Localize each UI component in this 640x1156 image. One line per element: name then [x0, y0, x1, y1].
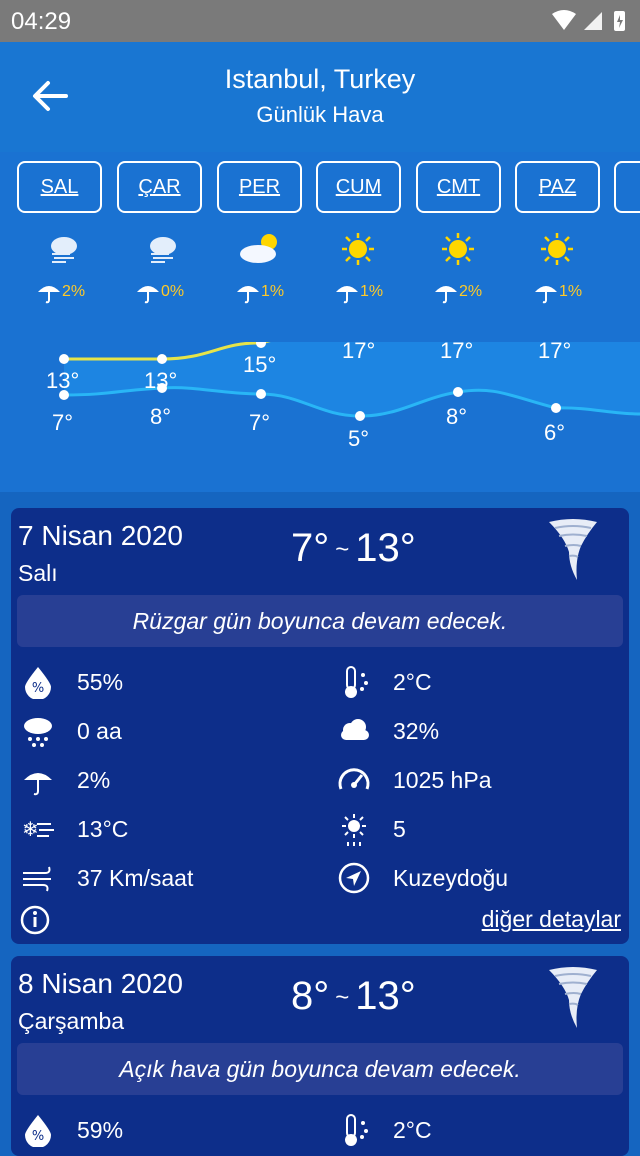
card-weekday: Salı: [18, 560, 58, 586]
temp-range: 8° ~13°: [291, 974, 416, 1018]
status-icons: [550, 8, 630, 39]
tornado-icon: [549, 967, 597, 1028]
high-temp: 13°: [46, 368, 80, 393]
app-header: Istanbul, Turkey Günlük Hava: [0, 42, 640, 152]
wind-icon: [23, 866, 51, 892]
summary-banner: Rüzgar gün boyunca devam edecek.: [17, 595, 623, 647]
svg-text:%: %: [32, 681, 44, 696]
cold-wind-icon: ❄: [22, 817, 54, 841]
low-temp: 8°: [446, 404, 468, 429]
more-details-link[interactable]: diğer detaylar: [482, 906, 621, 933]
day-card[interactable]: 7 Nisan 2020 Salı 7° ~13° Rüzgar gün boyu…: [11, 508, 629, 944]
umbrella-icon: [24, 773, 52, 796]
low-temp: 8°: [150, 404, 172, 429]
low-temp: 7°: [52, 410, 74, 435]
temperature-labels: 13° 13° 15° 17° 17° 17° 7° 8° 7° 5° 8° 6…: [0, 152, 640, 492]
humidity-icon: %: [25, 1115, 51, 1147]
rain-cloud-icon: [24, 718, 52, 747]
info-icon[interactable]: [19, 904, 51, 936]
temp-range: 7° ~13°: [291, 526, 416, 570]
uv-sun-icon: [342, 814, 366, 846]
card-weekday: Çarşamba: [18, 1008, 125, 1034]
low-temp: 5°: [348, 426, 370, 451]
high-temp: 15°: [243, 352, 277, 377]
summary-banner: Açık hava gün boyunca devam edecek.: [17, 1043, 623, 1095]
day-card[interactable]: 8 Nisan 2020 Çarşamba 8° ~13° Açık hava g…: [11, 956, 629, 1156]
low-temp: 6°: [544, 420, 566, 445]
compass-arrow-icon: [338, 862, 370, 894]
high-temp: 13°: [144, 368, 178, 393]
page-title: Istanbul, Turkey: [224, 64, 416, 94]
page-subtitle: Günlük Hava: [256, 102, 384, 127]
thermometer-icon: [345, 666, 368, 698]
svg-text:❄: ❄: [22, 817, 39, 841]
status-bar: 04:29: [0, 0, 640, 42]
card-date: 8 Nisan 2020: [18, 968, 184, 999]
gauge-icon: [338, 768, 370, 790]
thermometer-icon: [345, 1114, 368, 1146]
high-temp: 17°: [342, 338, 376, 363]
forecast-strip: SAL ÇAR PER CUM CMT PAZ 2% 0% 1% 1% 2% 1…: [0, 152, 640, 492]
high-temp: 17°: [440, 338, 474, 363]
humidity-icon: %: [25, 667, 51, 699]
status-time: 04:29: [11, 8, 72, 35]
high-temp: 17°: [538, 338, 572, 363]
tornado-icon: [549, 519, 597, 580]
cloud-icon: [341, 719, 369, 740]
card-date: 7 Nisan 2020: [18, 520, 184, 551]
low-temp: 7°: [249, 410, 271, 435]
svg-text:%: %: [32, 1129, 44, 1144]
